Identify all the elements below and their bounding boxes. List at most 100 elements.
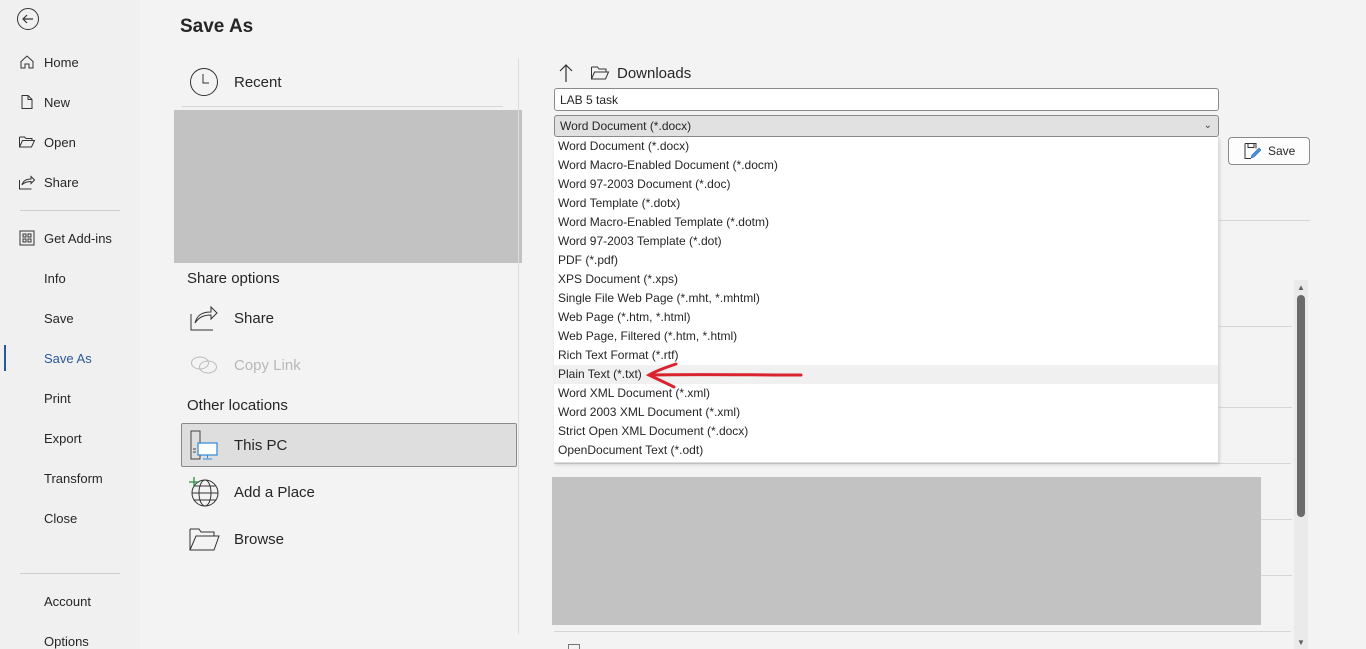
nav-item-save-as[interactable]: Save As <box>0 343 140 373</box>
filetype-option[interactable]: Word 97-2003 Document (*.doc) <box>554 175 1218 194</box>
locations-column: Recent Share options Share Copy Link Oth… <box>174 58 522 638</box>
up-folder-button[interactable] <box>556 62 576 84</box>
filetype-selected-value: Word Document (*.docx) <box>560 119 692 133</box>
divider <box>1219 407 1292 408</box>
divider <box>182 106 503 107</box>
nav-item-label: Transform <box>44 470 103 486</box>
page-title: Save As <box>180 16 254 37</box>
nav-item-label: Options <box>44 633 89 649</box>
location-this-pc[interactable]: This PC <box>181 423 517 467</box>
divider <box>1219 326 1292 327</box>
nav-item-label: Get Add-ins <box>44 230 112 246</box>
filename-input[interactable] <box>554 88 1219 111</box>
location-label: This PC <box>234 436 288 454</box>
filetype-select[interactable]: Word Document (*.docx) ⌄ <box>554 115 1219 137</box>
nav-item-account[interactable]: Account <box>0 586 140 616</box>
filetype-option[interactable]: Web Page (*.htm, *.html) <box>554 308 1218 327</box>
add-ins-grid-icon <box>18 229 36 247</box>
nav-item-label: Share <box>44 174 79 190</box>
new-document-icon <box>18 93 36 111</box>
folder-icon <box>590 64 610 82</box>
filetype-option[interactable]: Strict Open XML Document (*.docx) <box>554 422 1218 441</box>
location-copy-link: Copy Link <box>182 343 517 387</box>
filetype-option[interactable]: Word 97-2003 Template (*.dot) <box>554 232 1218 251</box>
open-folder-icon <box>18 133 36 151</box>
chevron-down-icon: ⌄ <box>1203 120 1212 131</box>
nav-item-label: Print <box>44 390 71 406</box>
path-bar: Downloads <box>556 62 691 84</box>
nav-item-new[interactable]: New <box>0 87 140 117</box>
location-add-a-place[interactable]: Add a Place <box>182 470 517 514</box>
back-button[interactable] <box>17 8 39 30</box>
filetype-option[interactable]: Single File Web Page (*.mht, *.mhtml) <box>554 289 1218 308</box>
nav-item-label: Save As <box>44 350 92 366</box>
nav-item-share[interactable]: Share <box>0 167 140 197</box>
nav-divider <box>20 210 120 211</box>
filetype-option[interactable]: Word XML Document (*.xml) <box>554 384 1218 403</box>
filetype-option[interactable]: Word Macro-Enabled Template (*.dotm) <box>554 213 1218 232</box>
back-arrow-icon <box>22 14 33 24</box>
home-icon <box>18 53 36 71</box>
nav-item-print[interactable]: Print <box>0 383 140 413</box>
nav-item-label: Save <box>44 310 74 326</box>
current-folder[interactable]: Downloads <box>617 65 691 82</box>
location-label: Browse <box>234 530 285 548</box>
nav-item-get-add-ins[interactable]: Get Add-ins <box>0 223 140 253</box>
filetype-option[interactable]: Rich Text Format (*.rtf) <box>554 346 1218 365</box>
file-list-scrollbar[interactable]: ▲ ▼ <box>1294 280 1308 649</box>
nav-item-label: Open <box>44 134 76 150</box>
globe-add-icon <box>188 476 220 508</box>
location-browse[interactable]: Browse <box>182 517 517 561</box>
redacted-file-list <box>552 477 1261 625</box>
nav-item-label: New <box>44 94 71 110</box>
scroll-thumb[interactable] <box>1297 295 1305 517</box>
location-label: Add a Place <box>234 483 315 501</box>
link-icon <box>188 349 220 381</box>
filetype-option[interactable]: Word Template (*.dotx) <box>554 194 1218 213</box>
filetype-option[interactable]: OpenDocument Text (*.odt) <box>554 441 1218 460</box>
filetype-option[interactable]: PDF (*.pdf) <box>554 251 1218 270</box>
nav-item-save[interactable]: Save <box>0 303 140 333</box>
share-icon <box>188 302 220 334</box>
filetype-dropdown-list: Word Document (*.docx) Word Macro-Enabled… <box>554 137 1219 463</box>
nav-item-close[interactable]: Close <box>0 503 140 533</box>
share-icon <box>18 173 36 191</box>
nav-item-options[interactable]: Options <box>0 626 140 649</box>
location-label: Recent <box>234 73 282 91</box>
this-pc-icon <box>188 429 220 461</box>
filetype-option[interactable]: Word Macro-Enabled Document (*.docm) <box>554 156 1218 175</box>
nav-item-label: Export <box>44 430 82 446</box>
folder-icon <box>188 523 220 555</box>
save-edit-icon <box>1244 143 1261 159</box>
save-button-label: Save <box>1268 144 1296 158</box>
divider <box>554 631 1291 632</box>
scroll-down-arrow[interactable]: ▼ <box>1296 637 1306 647</box>
location-label: Copy Link <box>234 356 301 374</box>
location-share[interactable]: Share <box>182 296 517 340</box>
location-recent[interactable]: Recent <box>182 60 517 104</box>
nav-item-label: Info <box>44 270 66 286</box>
nav-item-label: Close <box>44 510 78 526</box>
redacted-region <box>174 110 522 263</box>
nav-divider <box>20 573 120 574</box>
scroll-up-arrow[interactable]: ▲ <box>1296 282 1306 292</box>
nav-item-open[interactable]: Open <box>0 127 140 157</box>
filetype-option[interactable]: Plain Text (*.txt) <box>554 365 1218 384</box>
up-arrow-icon <box>559 64 573 82</box>
location-label: Share <box>234 309 275 327</box>
nav-item-transform[interactable]: Transform <box>0 463 140 493</box>
nav-item-label: Account <box>44 593 91 609</box>
save-button[interactable]: Save <box>1228 137 1310 165</box>
backstage-nav: Home New Open Share Get Add-ins Info Sav… <box>0 0 140 649</box>
column-divider <box>518 58 519 634</box>
filetype-option[interactable]: XPS Document (*.xps) <box>554 270 1218 289</box>
nav-item-export[interactable]: Export <box>0 423 140 453</box>
filetype-option[interactable]: Word Document (*.docx) <box>554 137 1218 156</box>
nav-item-label: Home <box>44 54 79 70</box>
filetype-option[interactable]: Word 2003 XML Document (*.xml) <box>554 403 1218 422</box>
filetype-option[interactable]: Web Page, Filtered (*.htm, *.html) <box>554 327 1218 346</box>
document-icon <box>568 644 580 649</box>
nav-item-info[interactable]: Info <box>0 263 140 293</box>
nav-item-home[interactable]: Home <box>0 47 140 77</box>
divider <box>1219 220 1310 221</box>
